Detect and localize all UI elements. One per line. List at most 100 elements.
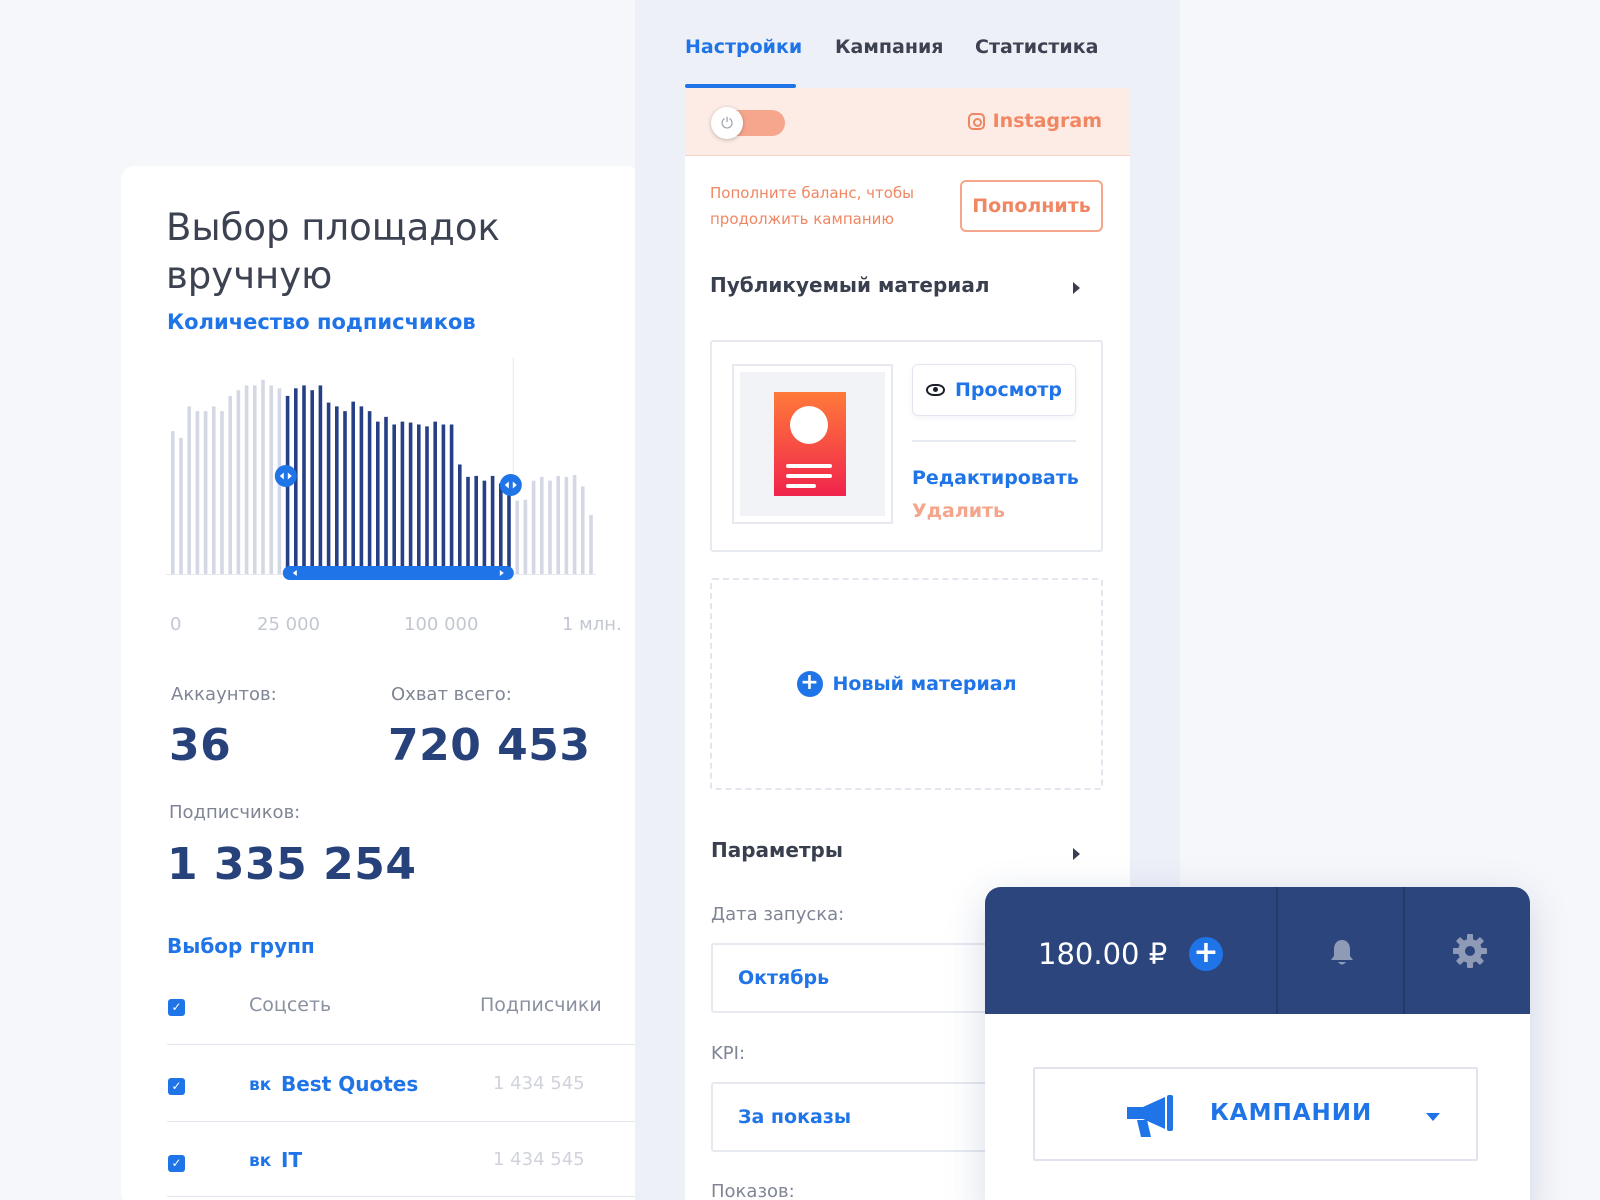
doc-line	[786, 464, 832, 468]
divider	[167, 1044, 641, 1045]
campaigns-dropdown[interactable]: КАМПАНИИ	[1033, 1067, 1478, 1161]
histogram-bar	[482, 480, 487, 574]
histogram-bar	[458, 464, 462, 574]
histogram-bar	[581, 486, 585, 574]
range-guide	[512, 358, 514, 478]
section-title-params[interactable]: Параметры	[711, 838, 843, 862]
eye-icon	[925, 384, 945, 396]
campaign-status-bar: ⏻ Instagram	[685, 88, 1130, 156]
histogram-bar	[507, 493, 511, 574]
reach-label: Охват всего:	[391, 684, 512, 705]
subscribers-histogram[interactable]	[161, 356, 601, 616]
range-handle-min[interactable]	[274, 465, 297, 487]
histogram-bar	[228, 395, 232, 574]
balance-value: 180.00 ₽	[1038, 937, 1168, 971]
column-header-network[interactable]: Соцсеть	[249, 994, 331, 1016]
column-header-subscribers[interactable]: Подписчики	[480, 994, 602, 1016]
histogram-bar	[384, 416, 388, 574]
histogram-bar	[466, 476, 470, 574]
row-checkbox[interactable]: ✓	[168, 1078, 185, 1095]
chevron-right-icon[interactable]	[1073, 282, 1080, 294]
histogram-bar	[392, 424, 396, 574]
range-handle-max[interactable]	[499, 474, 522, 496]
axis-tick-0: 0	[170, 614, 182, 635]
histogram-bar	[572, 474, 577, 574]
group-subscribers: 1 434 545	[493, 1073, 585, 1094]
reach-value: 720 453	[388, 720, 591, 771]
histogram-bar	[499, 483, 503, 574]
material-thumbnail[interactable]	[732, 364, 893, 524]
histogram-bar	[269, 385, 273, 574]
histogram-bar	[203, 411, 208, 574]
histogram-bar	[531, 480, 536, 574]
group-name[interactable]: Best Quotes	[281, 1072, 418, 1096]
tab-campaign[interactable]: Кампания	[835, 36, 943, 58]
group-subscribers: 1 434 545	[493, 1149, 585, 1170]
chevron-right-icon[interactable]	[1073, 848, 1080, 860]
axis-tick-1: 25 000	[257, 614, 320, 635]
histogram-bar	[515, 500, 519, 574]
row-checkbox[interactable]: ✓	[168, 1155, 185, 1172]
histogram-bar	[523, 499, 528, 574]
kpi-label: KPI:	[711, 1043, 746, 1064]
histogram-bar	[400, 421, 405, 574]
chart-title: Количество подписчиков	[167, 310, 476, 334]
histogram-bar	[310, 390, 314, 574]
doc-circle	[790, 406, 828, 444]
histogram-bar	[540, 476, 544, 574]
vk-icon: вк	[249, 1151, 272, 1171]
campaign-toggle[interactable]: ⏻	[711, 107, 785, 139]
histogram-bar	[261, 379, 265, 574]
account-widget: 180.00 ₽ + КАМПАНИИ	[985, 887, 1530, 1200]
plus-icon: +	[796, 671, 823, 697]
thumbnail-background	[740, 372, 885, 516]
select-all-checkbox[interactable]: ✓	[168, 999, 185, 1016]
histogram-bar	[367, 411, 372, 574]
preview-label: Просмотр	[954, 379, 1062, 401]
range-bar[interactable]	[282, 566, 514, 580]
card-title: Выбор площадок вручную	[166, 206, 500, 297]
histogram-bar	[474, 475, 478, 574]
group-name[interactable]: IT	[281, 1148, 302, 1172]
vk-icon: вк	[249, 1075, 272, 1095]
histogram-bar	[564, 476, 569, 574]
histogram-bar	[449, 424, 454, 574]
tab-statistics[interactable]: Статистика	[975, 36, 1098, 58]
histogram-bar	[589, 514, 593, 574]
impressions-label: Показов:	[711, 1181, 795, 1200]
bell-icon[interactable]	[1329, 938, 1355, 966]
histogram-bar	[326, 402, 331, 574]
divider	[167, 1196, 641, 1197]
network-indicator: Instagram	[967, 110, 1102, 132]
histogram-bar	[351, 401, 355, 574]
chevron-down-icon	[1426, 1113, 1440, 1121]
top-up-button[interactable]: Пополнить	[960, 180, 1103, 232]
histogram-bar	[318, 385, 323, 574]
megaphone-icon	[1127, 1095, 1173, 1137]
delete-link[interactable]: Удалить	[912, 500, 1005, 522]
histogram-bar	[548, 480, 552, 574]
subscribers-value: 1 335 254	[167, 839, 417, 890]
tab-settings[interactable]: Настройки	[685, 36, 802, 58]
section-title-material[interactable]: Публикуемый материал	[710, 273, 989, 297]
network-name: Instagram	[992, 110, 1102, 132]
histogram-bar	[417, 424, 421, 574]
histogram-bar	[171, 431, 175, 574]
histogram-bar	[302, 385, 306, 574]
histogram-bar	[212, 406, 216, 574]
add-funds-button[interactable]: +	[1189, 937, 1223, 971]
histogram-bar	[187, 406, 191, 574]
axis-tick-2: 100 000	[404, 614, 479, 635]
histogram-bar	[253, 385, 257, 574]
launch-date-label: Дата запуска:	[711, 904, 845, 925]
balance-warning: Пополните баланс, чтобы продолжить кампа…	[710, 184, 915, 228]
preview-button[interactable]: Просмотр	[912, 364, 1076, 416]
subscribers-label: Подписчиков:	[169, 802, 301, 823]
new-material-label: Новый материал	[832, 673, 1017, 695]
new-material-button[interactable]: + Новый материал	[710, 578, 1103, 790]
histogram-bar	[179, 437, 183, 574]
edit-link[interactable]: Редактировать	[912, 467, 1079, 489]
gear-icon[interactable]	[1452, 933, 1488, 969]
histogram-bar	[244, 385, 249, 574]
divider	[167, 1121, 641, 1122]
